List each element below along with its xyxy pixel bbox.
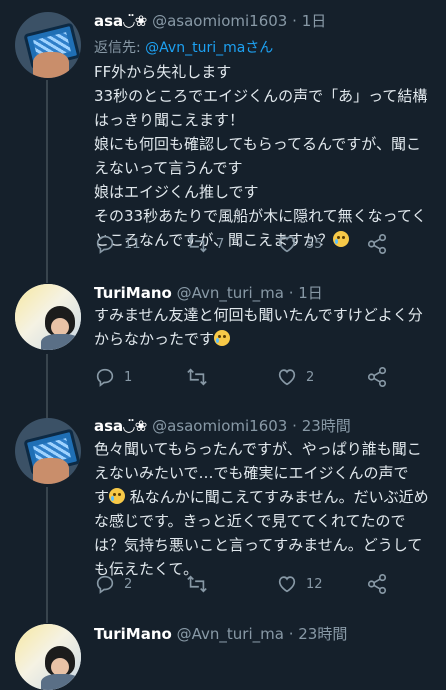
reply-to: 返信先: @Avn_turi_maさん <box>94 37 273 57</box>
tweet-header: TuriMano @Avn_turi_ma · 23時間 <box>94 623 347 644</box>
crying-face-icon <box>214 330 231 346</box>
separator-dot: · <box>292 417 297 435</box>
share-button[interactable] <box>366 365 388 389</box>
tweet-header: TuriMano @Avn_turi_ma · 1日 <box>94 282 323 303</box>
crying-face-icon <box>109 488 126 504</box>
tweet-actions: 1 2 <box>94 365 414 389</box>
tweet-actions: 2 12 <box>94 572 414 596</box>
tweet-line: な感じです。きっと近くで見ててくれてたので <box>94 512 406 530</box>
tweet-text: FF外から失礼します 33秒のところでエイジくんの声で「あ」って結構 はっきり聞… <box>94 60 434 252</box>
like-button[interactable]: 55 <box>276 232 323 256</box>
reply-count: 1 <box>124 369 133 385</box>
tweet-line: FF外から失礼します <box>94 63 232 81</box>
share-button[interactable] <box>366 572 388 596</box>
tweet-header: asa◡̈❀ @asaomiomi1603 · 1日 <box>94 10 326 31</box>
avatar[interactable] <box>15 12 81 78</box>
retweet-button[interactable]: 7 <box>186 232 224 256</box>
reply-button[interactable]: 2 <box>94 572 132 596</box>
reply-icon <box>96 235 114 254</box>
tweet-actions: 11 7 55 <box>94 232 414 256</box>
tweet-line: その33秒あたりで風船が木に隠れて無くなってく <box>94 207 427 225</box>
share-button[interactable] <box>366 232 388 256</box>
display-name[interactable]: asa◡̈❀ <box>94 12 147 30</box>
user-handle[interactable]: @Avn_turi_ma <box>177 284 284 302</box>
display-name[interactable]: TuriMano <box>94 625 172 643</box>
tweet-line: 色々聞いてもらったんですが、やっぱり誰も聞こ <box>94 440 422 458</box>
reply-count: 11 <box>124 236 141 252</box>
reply-target-link[interactable]: @Avn_turi_maさん <box>145 40 273 56</box>
thread-line <box>46 615 48 623</box>
tweet-4[interactable]: TuriMano @Avn_turi_ma · 23時間 <box>0 615 446 690</box>
timestamp[interactable]: 1日 <box>298 284 323 302</box>
tweet-1[interactable]: asa◡̈❀ @asaomiomi1603 · 1日 返信先: @Avn_tur… <box>0 0 446 275</box>
tweet-line: 33秒のところでエイジくんの声で「あ」って結構 <box>94 87 428 105</box>
separator-dot: · <box>288 284 294 302</box>
timestamp[interactable]: 23時間 <box>298 625 347 643</box>
avatar[interactable] <box>15 624 81 690</box>
reply-prefix: 返信先: <box>94 40 146 56</box>
tweet-text: すみません友達と何回も聞いたんですけどよく分 からなかったです <box>94 303 434 351</box>
reply-button[interactable]: 1 <box>94 365 132 389</box>
avatar[interactable] <box>15 284 81 350</box>
thread-line <box>46 354 48 405</box>
heart-icon <box>278 576 296 593</box>
retweet-count: 7 <box>216 236 225 252</box>
like-count: 2 <box>306 369 315 385</box>
retweet-icon <box>187 235 207 253</box>
share-icon <box>367 574 387 594</box>
avatar[interactable] <box>15 418 81 484</box>
timestamp[interactable]: 23時間 <box>302 417 351 435</box>
heart-icon <box>278 236 296 253</box>
separator-dot: · <box>292 12 297 30</box>
reply-icon <box>96 575 114 594</box>
share-icon <box>367 234 387 254</box>
share-icon <box>367 367 387 387</box>
tweet-line: はっきり聞こえます！ <box>94 111 245 129</box>
heart-icon <box>278 369 296 386</box>
tweet-line: す <box>94 488 110 506</box>
retweet-icon <box>187 575 207 593</box>
tweet-3[interactable]: asa◡̈❀ @asaomiomi1603 · 23時間 色々聞いてもらったんで… <box>0 405 446 615</box>
tweet-line: すみません友達と何回も聞いたんですけどよく分 <box>94 306 423 324</box>
timestamp[interactable]: 1日 <box>302 12 327 30</box>
display-name[interactable]: asa◡̈❀ <box>94 417 147 435</box>
user-handle[interactable]: @Avn_turi_ma <box>177 625 284 643</box>
like-count: 55 <box>306 236 323 252</box>
thread-line <box>46 487 48 615</box>
thread-line <box>46 80 48 275</box>
reply-button[interactable]: 11 <box>94 232 141 256</box>
reply-count: 2 <box>124 576 133 592</box>
tweet-text: 色々聞いてもらったんですが、やっぱり誰も聞こ えないみたいで…でも確実にエイジく… <box>94 437 434 581</box>
retweet-button[interactable] <box>186 572 216 596</box>
tweet-line: 私なんかに聞こえてすみません。だいぶ近め <box>125 488 429 506</box>
tweet-line: 娘はエイジくん推しです <box>94 183 259 201</box>
retweet-icon <box>187 368 207 386</box>
tweet-line: えないみたいで…でも確実にエイジくんの声で <box>94 464 409 482</box>
tweet-line: は？気持ち悪いこと言ってすみません。どうして <box>94 536 423 554</box>
tweet-line: えないって言うんです <box>94 159 243 177</box>
like-count: 12 <box>306 576 323 592</box>
thread-line <box>46 405 48 419</box>
tweet-header: asa◡̈❀ @asaomiomi1603 · 23時間 <box>94 415 351 436</box>
like-button[interactable]: 2 <box>276 365 314 389</box>
retweet-button[interactable] <box>186 365 216 389</box>
tweet-line: 娘にも何回も確認してもらってるんですが、聞こ <box>94 135 422 153</box>
tweet-line: からなかったです <box>94 330 215 348</box>
thread-line <box>46 275 48 283</box>
separator-dot: · <box>288 625 294 643</box>
user-handle[interactable]: @asaomiomi1603 <box>152 12 287 30</box>
reply-icon <box>96 368 114 387</box>
user-handle[interactable]: @asaomiomi1603 <box>152 417 287 435</box>
like-button[interactable]: 12 <box>276 572 323 596</box>
display-name[interactable]: TuriMano <box>94 284 172 302</box>
tweet-2[interactable]: TuriMano @Avn_turi_ma · 1日 すみません友達と何回も聞い… <box>0 275 446 405</box>
